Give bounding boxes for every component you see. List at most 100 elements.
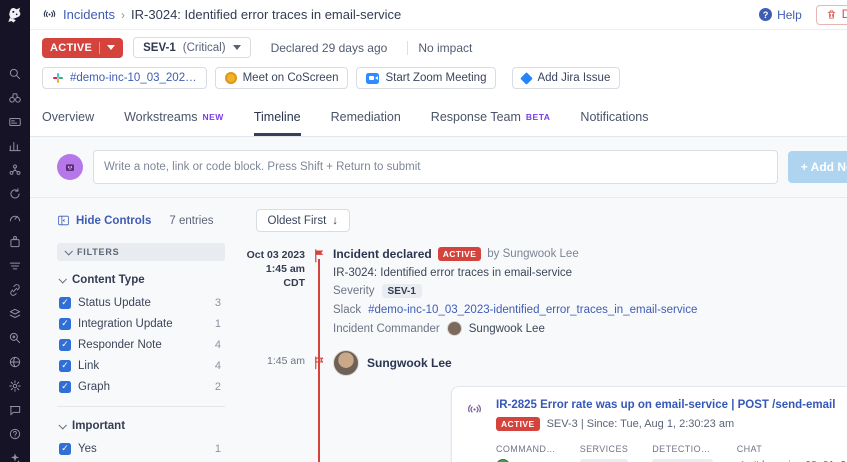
author-avatar [333, 350, 359, 376]
tab-overview[interactable]: Overview [42, 104, 94, 136]
tab-response-team[interactable]: Response TeamBETA [431, 104, 551, 136]
tab-timeline[interactable]: Timeline [254, 104, 301, 136]
composer-avatar [57, 154, 83, 180]
severity-label: Severity [333, 285, 375, 297]
note-input[interactable] [93, 150, 778, 184]
sort-label: Oldest First [268, 215, 327, 227]
delete-button[interactable]: Delete [816, 5, 847, 25]
checkbox-checked[interactable]: ✓ [59, 318, 71, 330]
divider [407, 41, 408, 55]
filters-header-label: FILTERS [77, 247, 119, 257]
filter-count: 2 [215, 381, 223, 393]
org-icon[interactable] [8, 162, 23, 177]
impact-text: No impact [418, 41, 482, 55]
search-icon[interactable] [8, 66, 23, 81]
filter-integration-update[interactable]: ✓ Integration Update 1 [57, 313, 225, 334]
incident-radar-icon [466, 399, 483, 462]
checkbox-checked[interactable]: ✓ [59, 443, 71, 455]
incident-card-meta: SEV-3 | Since: Tue, Aug 1, 2:30:23 am [547, 418, 735, 430]
commander-column: COMMAND… Ivan S… [496, 444, 556, 462]
filter-important-yes[interactable]: ✓ Yes 1 [57, 438, 225, 459]
incident-radar-icon [42, 7, 57, 22]
slack-channel-button[interactable]: #demo-inc-10_03_202… [42, 67, 207, 89]
hide-controls-button[interactable]: Hide Controls [57, 214, 151, 227]
timeline-entries: Oct 03 2023 1:45 am CDT Incident declare… [243, 243, 847, 462]
app-sidebar [0, 0, 30, 462]
checkbox-checked[interactable]: ✓ [59, 381, 71, 393]
active-badge: ACTIVE [496, 417, 540, 431]
breadcrumb-incidents-link[interactable]: Incidents [63, 7, 115, 22]
sparkle-icon[interactable] [8, 450, 23, 462]
help-icon: ? [759, 8, 772, 21]
collapse-panel-icon [57, 214, 70, 227]
filters-header[interactable]: FILTERS [57, 243, 225, 261]
sidebar-nav [8, 66, 23, 462]
severity-dropdown[interactable]: SEV-1 (Critical) [133, 37, 250, 58]
status-row: ACTIVE SEV-1 (Critical) Declared 29 days… [30, 30, 847, 63]
chat-column: CHAT #demo-inc-08_01_2023-error_rate_was… [737, 444, 847, 462]
help-circle-icon[interactable] [8, 426, 23, 441]
status-dropdown[interactable]: ACTIVE [42, 38, 123, 58]
audit-icon[interactable] [8, 330, 23, 345]
jira-label: Add Jira Issue [537, 72, 610, 84]
coscreen-icon [225, 72, 237, 84]
slack-channel-link[interactable]: #demo-inc-10_03_2023-identified_error_tr… [368, 304, 697, 316]
status-page-icon[interactable] [8, 354, 23, 369]
filters-icon[interactable] [8, 258, 23, 273]
integrations-icon[interactable] [8, 234, 23, 249]
topbar-actions: ? Help Delete [759, 5, 847, 25]
filter-group-important[interactable]: Important [59, 420, 225, 432]
filter-count: 1 [215, 318, 223, 330]
entry-description: IR-3024: Identified error traces in emai… [333, 267, 847, 279]
slack-icon [52, 72, 64, 84]
add-note-button[interactable]: + Add Note [788, 151, 847, 183]
main-area: Incidents › IR-3024: Identified error tr… [30, 0, 847, 462]
settings-gear-icon[interactable] [8, 378, 23, 393]
filter-count: 4 [215, 360, 223, 372]
help-link[interactable]: ? Help [759, 8, 802, 22]
checkbox-checked[interactable]: ✓ [59, 339, 71, 351]
sort-order-button[interactable]: Oldest First ↓ [256, 209, 351, 232]
retro-icon[interactable] [8, 186, 23, 201]
linked-incident-card[interactable]: IR-2825 Error rate was up on email-servi… [451, 386, 847, 462]
filter-status-update[interactable]: ✓ Status Update 3 [57, 292, 225, 313]
coscreen-button[interactable]: Meet on CoScreen [215, 67, 349, 89]
analytics-icon[interactable] [8, 138, 23, 153]
divider [99, 42, 100, 54]
filter-count: 3 [215, 297, 223, 309]
divider [57, 406, 225, 407]
filter-graph[interactable]: ✓ Graph 2 [57, 376, 225, 397]
filter-link[interactable]: ✓ Link 4 [57, 355, 225, 376]
breadcrumb: Incidents › IR-3024: Identified error tr… [42, 7, 401, 22]
flag-outline-icon [305, 350, 333, 462]
catalog-icon[interactable] [8, 306, 23, 321]
feedback-icon[interactable] [8, 402, 23, 417]
entry-title: Incident declared [333, 247, 432, 261]
filter-group-content-type[interactable]: Content Type [59, 274, 225, 286]
timeline-body: FILTERS Content Type ✓ Status Update 3 ✓… [30, 241, 847, 462]
filter-responder-note[interactable]: ✓ Responder Note 4 [57, 334, 225, 355]
chevron-down-icon [233, 45, 241, 50]
severity-detail: (Critical) [183, 42, 226, 54]
controls-row: Hide Controls 7 entries Oldest First ↓ [30, 198, 847, 241]
link-icon[interactable] [8, 282, 23, 297]
detection-column: DETECTIO… UNKNO… [652, 444, 712, 462]
card-icon[interactable] [8, 114, 23, 129]
incident-card-title[interactable]: IR-2825 Error rate was up on email-servi… [496, 399, 847, 411]
tab-notifications[interactable]: Notifications [580, 104, 648, 136]
checkbox-checked[interactable]: ✓ [59, 360, 71, 372]
firehydrant-logo-icon[interactable] [5, 6, 25, 26]
binoculars-icon[interactable] [8, 90, 23, 105]
slack-label: Slack [333, 304, 361, 316]
chevron-down-icon [58, 275, 66, 283]
tab-workstreams[interactable]: WorkstreamsNEW [124, 104, 224, 136]
incident-card-columns: COMMAND… Ivan S… SERVICES [496, 444, 847, 462]
zoom-meeting-button[interactable]: Start Zoom Meeting [356, 67, 496, 89]
chevron-down-icon [64, 247, 72, 255]
entry-author: by Sungwook Lee [487, 248, 578, 260]
gauge-icon[interactable] [8, 210, 23, 225]
checkbox-checked[interactable]: ✓ [59, 297, 71, 309]
tab-remediation[interactable]: Remediation [331, 104, 401, 136]
hide-controls-label: Hide Controls [76, 215, 151, 227]
add-jira-button[interactable]: Add Jira Issue [512, 67, 620, 89]
